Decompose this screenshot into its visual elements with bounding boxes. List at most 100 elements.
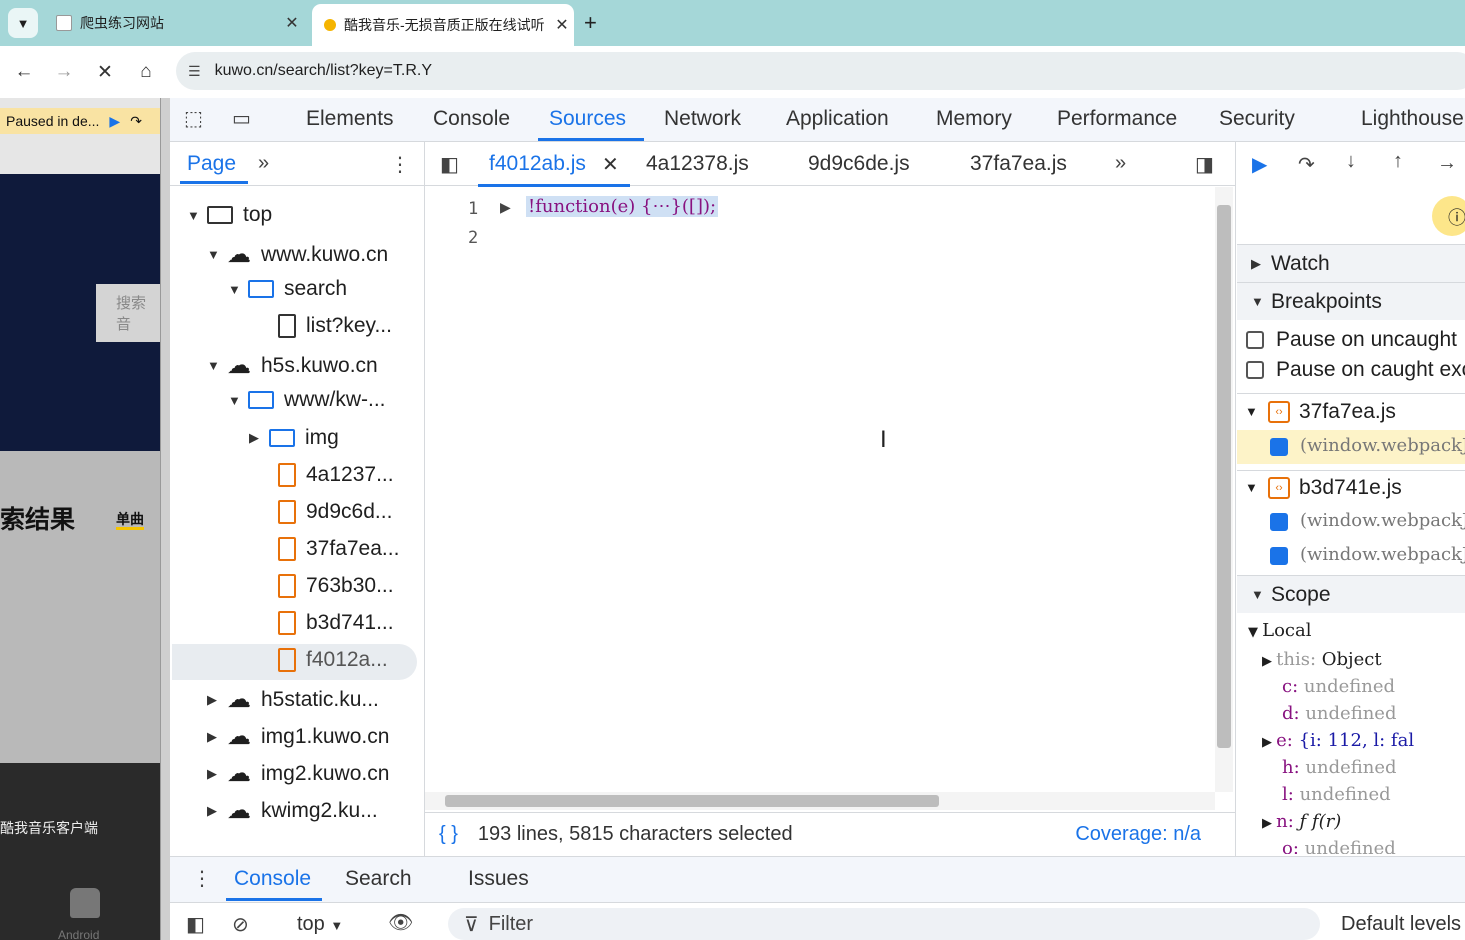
tree-item-folder[interactable]: ▼ search [228, 277, 347, 301]
tab-performance[interactable]: Performance [1057, 107, 1177, 131]
tree-item-folder[interactable]: ▼ www/kw-... [228, 388, 386, 412]
editor-tab[interactable]: 9d9c6de.js [808, 152, 910, 176]
tree-item-js[interactable]: 4a1237... [278, 463, 394, 487]
toggle-debugger-icon[interactable]: ◨ [1195, 152, 1214, 177]
browser-tab-2[interactable]: 酷我音乐-无损音质正版在线试听 ✕ [312, 4, 574, 46]
tree-item-folder[interactable]: ▶ img [249, 426, 339, 450]
live-expression-eye-icon[interactable]: 👁 [388, 910, 413, 935]
close-icon[interactable]: ✕ [550, 15, 574, 35]
editor-tab-active[interactable]: f4012ab.js [489, 152, 586, 176]
scope-local[interactable]: ▼ Local [1248, 620, 1312, 641]
scope-var[interactable]: ▶ n: ƒ f(r) [1262, 811, 1341, 832]
coverage-link[interactable]: Coverage: n/a [1075, 823, 1201, 846]
back-button[interactable]: ← [10, 58, 38, 86]
code-editor[interactable] [425, 187, 1215, 792]
tab-elements[interactable]: Elements [306, 107, 394, 131]
editor-tab[interactable]: 37fa7ea.js [970, 152, 1067, 176]
scope-var[interactable]: c: undefined [1282, 676, 1395, 697]
breakpoint-code[interactable]: (window.webpackJs [1300, 510, 1465, 531]
breakpoints-section[interactable]: ▼ Breakpoints [1237, 282, 1465, 320]
breakpoint-checkbox[interactable] [1270, 547, 1288, 565]
tab-sources[interactable]: Sources [549, 107, 626, 131]
browser-tab-1[interactable]: 爬虫练习网站 ✕ [44, 6, 304, 40]
android-icon[interactable] [70, 888, 100, 918]
editor-tab[interactable]: 4a12378.js [646, 152, 749, 176]
scope-var[interactable]: o: undefined [1282, 838, 1396, 854]
tree-item-js[interactable]: 37fa7ea... [278, 537, 399, 561]
tree-item-js[interactable]: 763b30... [278, 574, 394, 598]
tab-console[interactable]: Console [433, 107, 510, 131]
devtools-splitter[interactable] [160, 98, 170, 940]
breakpoint-file[interactable]: b3d741e.js [1299, 476, 1402, 500]
resume-icon[interactable]: ▶ [1252, 152, 1267, 177]
scope-var[interactable]: d: undefined [1282, 703, 1396, 724]
breakpoint-file[interactable]: 37fa7ea.js [1299, 400, 1396, 424]
tree-item-domain[interactable]: ▶ ☁ kwimg2.ku... [207, 796, 378, 825]
client-text[interactable]: 酷我音乐客户端 [0, 818, 98, 838]
clear-console-icon[interactable]: ⊘ [232, 912, 249, 937]
step-icon[interactable]: → [1437, 152, 1457, 175]
new-tab-button[interactable]: + [584, 10, 597, 36]
tree-item-domain[interactable]: ▼ ☁ www.kuwo.cn [207, 240, 388, 269]
console-sidebar-icon[interactable]: ◧ [186, 912, 205, 937]
pause-caught-checkbox[interactable] [1246, 361, 1264, 379]
step-over-icon[interactable]: ↷ [1298, 152, 1315, 177]
pause-uncaught-checkbox[interactable] [1246, 331, 1264, 349]
tab-lighthouse[interactable]: Lighthouse [1361, 107, 1465, 131]
scope-var[interactable]: h: undefined [1282, 757, 1397, 778]
breakpoint-checkbox[interactable] [1270, 438, 1288, 456]
watch-section[interactable]: ▶ Watch [1237, 244, 1465, 282]
stop-button[interactable]: ✕ [91, 58, 119, 86]
inspect-element-icon[interactable]: ⬚ [184, 106, 203, 131]
resume-icon[interactable]: ▶ [109, 113, 120, 130]
expanded-triangle-icon[interactable]: ▼ [1245, 404, 1258, 419]
expanded-triangle-icon[interactable]: ▼ [1245, 480, 1258, 495]
console-filter-input[interactable]: ⊽ Filter [448, 908, 1320, 940]
address-bar[interactable]: ☰ kuwo.cn/search/list?key=T.R.Y [176, 52, 1465, 90]
scope-section[interactable]: ▼ Scope [1237, 575, 1465, 613]
tab-search-button[interactable]: ▼ [8, 8, 38, 38]
pretty-print-icon[interactable]: { } [439, 823, 458, 846]
tab-page[interactable]: Page [187, 152, 236, 176]
more-tabs-icon[interactable]: » [258, 152, 269, 175]
tab-application[interactable]: Application [786, 107, 889, 131]
drawer-tab-search[interactable]: Search [345, 867, 412, 891]
tree-item-domain[interactable]: ▼ ☁ h5s.kuwo.cn [207, 351, 378, 380]
tree-item-js[interactable]: 9d9c6d... [278, 500, 392, 524]
more-options-icon[interactable]: ⋮ [390, 152, 410, 177]
tree-item-domain[interactable]: ▶ ☁ img1.kuwo.cn [207, 722, 389, 751]
toggle-navigator-icon[interactable]: ◧ [440, 152, 459, 177]
horizontal-scroll-thumb[interactable] [445, 795, 939, 807]
tree-item-domain[interactable]: ▶ ☁ h5static.ku... [207, 685, 379, 714]
scope-var[interactable]: l: undefined [1282, 784, 1391, 805]
drawer-tab-issues[interactable]: Issues [468, 867, 529, 891]
tree-item-top[interactable]: ▼ top [187, 203, 272, 227]
vertical-scroll-thumb[interactable] [1217, 205, 1231, 748]
breakpoint-code[interactable]: (window.webpackJs [1300, 435, 1465, 456]
site-info-icon[interactable]: ☰ [188, 63, 201, 80]
tree-item-domain[interactable]: ▶ ☁ img2.kuwo.cn [207, 759, 389, 788]
more-tabs-icon[interactable]: » [1115, 152, 1126, 175]
device-toolbar-icon[interactable]: ▭ [232, 106, 251, 131]
tree-item-file[interactable]: list?key... [278, 314, 392, 338]
drawer-menu-icon[interactable]: ⋮ [192, 866, 212, 891]
home-button[interactable]: ⌂ [132, 58, 160, 86]
tree-item-js[interactable]: b3d741... [278, 611, 394, 635]
close-icon[interactable]: ✕ [280, 13, 304, 33]
fold-triangle-icon[interactable]: ▶ [500, 199, 511, 216]
step-out-icon[interactable]: ↑ [1393, 150, 1403, 173]
log-levels-dropdown[interactable]: Default levels [1341, 913, 1461, 936]
breakpoint-checkbox[interactable] [1270, 513, 1288, 531]
code-line[interactable]: !function(e) {⋯}([]); [526, 196, 719, 217]
drawer-tab-console[interactable]: Console [234, 867, 311, 891]
tab-security[interactable]: Security [1219, 107, 1295, 131]
step-into-icon[interactable]: ↓ [1346, 150, 1356, 173]
tree-item-js-selected[interactable]: f4012a... [278, 648, 388, 672]
context-selector[interactable]: top ▼ [297, 913, 343, 936]
step-over-icon[interactable]: ↷ [130, 113, 142, 130]
breakpoint-code[interactable]: (window.webpackJs [1300, 544, 1465, 565]
scope-var-this[interactable]: ▶ this: Object [1262, 649, 1382, 670]
tab-single[interactable]: 单曲 [116, 512, 144, 530]
tab-network[interactable]: Network [664, 107, 741, 131]
close-tab-icon[interactable]: ✕ [602, 152, 619, 177]
